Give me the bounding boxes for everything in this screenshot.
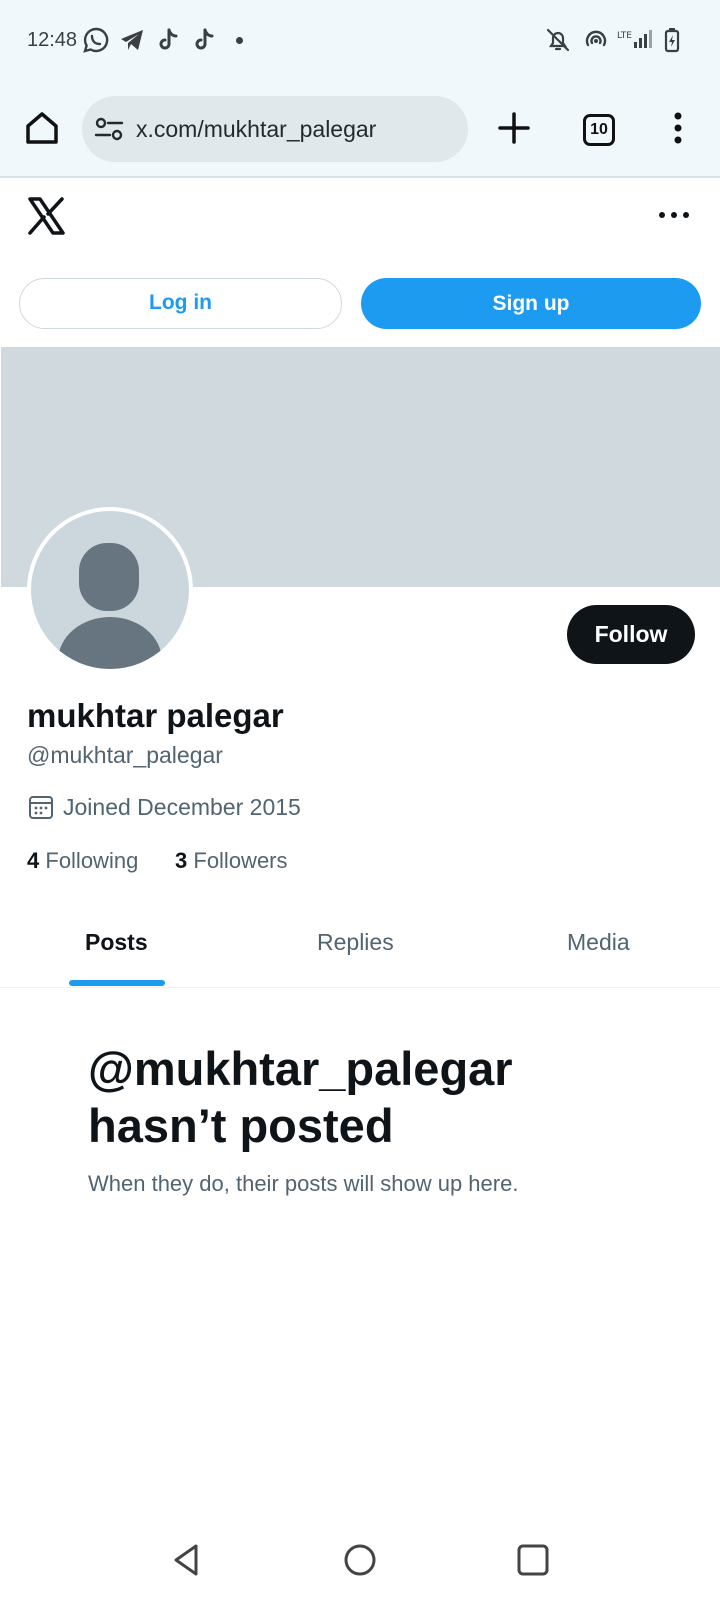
- url-text[interactable]: x.com/mukhtar_palegar: [136, 116, 376, 143]
- new-tab-icon[interactable]: [492, 106, 536, 150]
- empty-state-subtitle: When they do, their posts will show up h…: [88, 1171, 519, 1196]
- joined-date: Joined December 2015: [63, 794, 301, 820]
- notification-dot-icon: [236, 37, 243, 44]
- tab-switcher-button[interactable]: 10: [583, 114, 615, 146]
- telegram-icon: [121, 30, 143, 50]
- recents-icon[interactable]: [513, 1540, 553, 1580]
- back-icon[interactable]: [166, 1540, 206, 1580]
- following-count: 4: [27, 848, 40, 873]
- tabs-divider: [0, 987, 720, 988]
- calendar-icon: [29, 796, 53, 819]
- home-icon[interactable]: [20, 106, 64, 150]
- battery-charging-icon: [664, 28, 680, 53]
- bell-off-icon: [546, 28, 570, 52]
- browser-toolbar: x.com/mukhtar_palegar 10: [0, 82, 720, 178]
- svg-text:LTE: LTE: [617, 31, 632, 41]
- default-avatar-icon: [31, 511, 189, 669]
- status-time: 12:48: [27, 29, 78, 51]
- display-name: mukhtar palegar: [27, 697, 284, 734]
- home-circle-icon[interactable]: [340, 1540, 380, 1580]
- followers-count: 3: [175, 848, 188, 873]
- avatar[interactable]: [27, 507, 193, 673]
- more-vertical-icon[interactable]: [660, 106, 696, 150]
- profile-handle: @mukhtar_palegar: [27, 742, 223, 768]
- followers-stat[interactable]: 3 Followers: [175, 848, 288, 874]
- follow-button[interactable]: Follow: [567, 605, 695, 664]
- active-tab-indicator: [69, 980, 165, 986]
- empty-state-title: @mukhtar_palegar hasn’t posted: [88, 1042, 513, 1152]
- hotspot-icon: [585, 30, 607, 47]
- following-label: Following: [45, 848, 139, 873]
- site-settings-icon[interactable]: [94, 115, 124, 143]
- whatsapp-icon: [83, 27, 109, 53]
- tab-replies[interactable]: Replies: [317, 929, 394, 956]
- tab-media[interactable]: Media: [567, 929, 630, 956]
- more-horizontal-icon[interactable]: [656, 203, 692, 227]
- lte-signal-icon: LTE: [617, 30, 652, 48]
- tiktok-icon: [159, 28, 178, 50]
- x-logo-icon[interactable]: [26, 196, 66, 236]
- login-button[interactable]: Log in: [19, 278, 342, 329]
- status-bar: 12:48 LTE: [0, 0, 720, 82]
- tiktok-icon: [195, 28, 214, 50]
- url-bar[interactable]: x.com/mukhtar_palegar: [82, 96, 468, 162]
- following-stat[interactable]: 4 Following: [27, 848, 138, 874]
- person-silhouette-icon: [58, 543, 162, 669]
- followers-label: Followers: [193, 848, 288, 873]
- signup-button[interactable]: Sign up: [361, 278, 701, 329]
- tab-posts[interactable]: Posts: [85, 929, 148, 956]
